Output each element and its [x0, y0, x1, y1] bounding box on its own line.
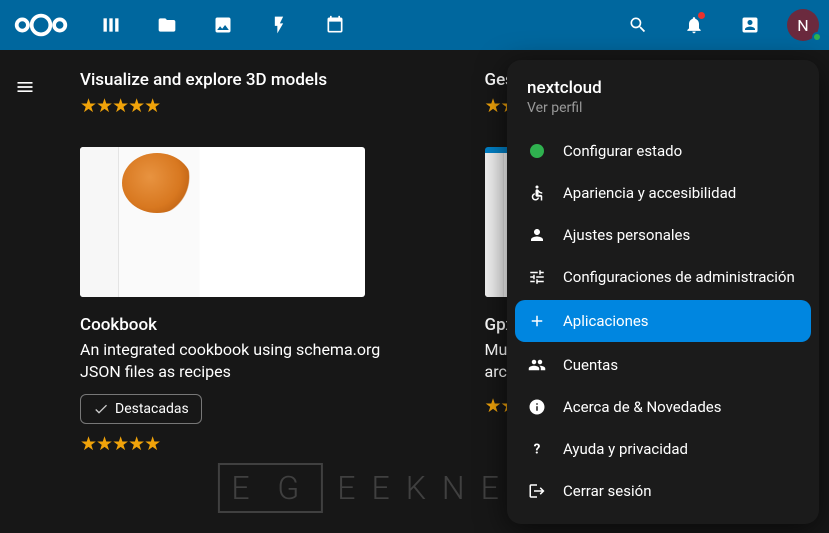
menu-item-label: Configuraciones de administración: [563, 268, 795, 286]
status-indicator-icon: [812, 32, 822, 42]
activity-icon[interactable]: [254, 0, 304, 50]
menu-item-label: Apariencia y accesibilidad: [563, 184, 736, 202]
notification-badge: [698, 12, 705, 19]
logout-icon: [527, 481, 547, 501]
menu-item-label: Ayuda y privacidad: [563, 440, 688, 458]
contacts-icon[interactable]: [725, 0, 775, 50]
check-icon: [93, 401, 109, 417]
menu-item-plus[interactable]: Aplicaciones: [515, 300, 811, 342]
topbar: N: [0, 0, 829, 50]
menu-item-logout[interactable]: Cerrar sesión: [507, 470, 819, 512]
menu-item-label: Ajustes personales: [563, 226, 690, 244]
app-column-left: Visualize and explore 3D models ★★★★★ Co…: [80, 70, 385, 475]
group-icon: [527, 355, 547, 375]
tune-icon: [527, 267, 547, 287]
menu-item-person[interactable]: Ajustes personales: [507, 214, 819, 256]
rating-stars: ★★★★★: [80, 94, 385, 117]
menu-item-help[interactable]: ? Ayuda y privacidad: [507, 428, 819, 470]
user-menu-dropdown: nextcloud Ver perfil Configurar estado Ap…: [507, 60, 819, 524]
menu-item-label: Configurar estado: [563, 142, 682, 160]
menu-item-label: Cerrar sesión: [563, 482, 651, 500]
files-icon[interactable]: [142, 0, 192, 50]
app-screenshot[interactable]: [80, 147, 365, 297]
menu-item-info[interactable]: Acerca de & Novedades: [507, 386, 819, 428]
avatar[interactable]: N: [787, 9, 819, 41]
menu-item-group[interactable]: Cuentas: [507, 344, 819, 386]
featured-badge: Destacadas: [80, 394, 202, 424]
badge-label: Destacadas: [115, 401, 189, 417]
app-title[interactable]: Visualize and explore 3D models: [80, 70, 385, 90]
menu-toggle-icon[interactable]: [8, 70, 42, 104]
app-title[interactable]: Cookbook: [80, 315, 385, 335]
calendar-icon[interactable]: [310, 0, 360, 50]
app-description: An integrated cookbook using schema.org …: [80, 339, 385, 384]
search-icon[interactable]: [613, 0, 663, 50]
menu-item-accessibility[interactable]: Apariencia y accesibilidad: [507, 172, 819, 214]
menu-item-status[interactable]: Configurar estado: [507, 130, 819, 172]
accessibility-icon: [527, 183, 547, 203]
dropdown-subtitle: Ver perfil: [527, 100, 799, 116]
plus-icon: [527, 311, 547, 331]
person-icon: [527, 225, 547, 245]
help-icon: ?: [527, 439, 547, 459]
notifications-icon[interactable]: [669, 0, 719, 50]
menu-item-label: Aplicaciones: [563, 312, 649, 330]
dropdown-header[interactable]: nextcloud Ver perfil: [507, 72, 819, 130]
info-icon: [527, 397, 547, 417]
nextcloud-logo[interactable]: [10, 9, 72, 41]
dropdown-username: nextcloud: [527, 78, 799, 98]
photos-icon[interactable]: [198, 0, 248, 50]
avatar-initial: N: [797, 16, 808, 35]
menu-item-label: Cuentas: [563, 356, 618, 374]
status-icon: [527, 141, 547, 161]
rating-stars: ★★★★★: [80, 432, 385, 455]
menu-item-tune[interactable]: Configuraciones de administración: [507, 256, 819, 298]
svg-text:?: ?: [534, 442, 541, 458]
dashboard-icon[interactable]: [86, 0, 136, 50]
menu-item-label: Acerca de & Novedades: [563, 398, 722, 416]
